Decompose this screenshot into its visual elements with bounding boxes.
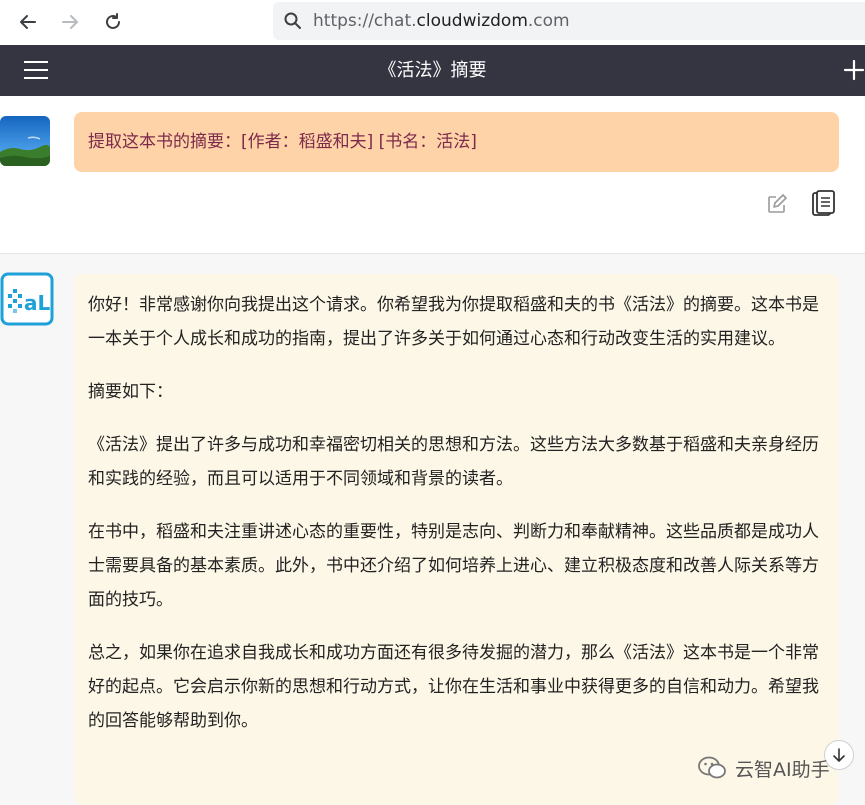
ai-paragraph-overview: 《活法》提出了许多与成功和幸福密切相关的思想和方法。这些方法大多数基于稻盛和夫亲… xyxy=(88,435,819,489)
ai-avatar: aL xyxy=(0,272,54,326)
plus-icon[interactable] xyxy=(842,58,865,82)
arrow-left-icon xyxy=(20,15,36,29)
ai-paragraph-greeting: 你好！非常感谢你向我提出这个请求。你希望我为你提取稻盛和夫的书《活法》的摘要。这… xyxy=(88,295,819,349)
arrow-down-icon xyxy=(833,748,845,762)
back-button[interactable] xyxy=(13,7,43,37)
watermark: 云智AI助手 xyxy=(697,753,830,783)
copy-icon[interactable] xyxy=(811,190,835,218)
address-bar[interactable]: https://chat.cloudwizdom.com xyxy=(273,2,865,40)
ai-paragraph-mindset: 在书中，稻盛和夫注重讲述心态的重要性，特别是志向、判断力和奉献精神。这些品质都是… xyxy=(88,522,819,610)
url-text: https://chat.cloudwizdom.com xyxy=(313,10,570,32)
browser-toolbar: https://chat.cloudwizdom.com xyxy=(0,0,865,45)
user-message-bubble: 提取这本书的摘要：[作者：稻盛和夫] [书名：活法] xyxy=(74,112,839,172)
arrow-right-icon xyxy=(62,15,78,29)
ai-paragraph-summary-heading: 摘要如下： xyxy=(88,382,173,402)
user-message-text: 提取这本书的摘要：[作者：稻盛和夫] [书名：活法] xyxy=(88,132,477,152)
svg-text:aL: aL xyxy=(24,291,50,315)
forward-button[interactable] xyxy=(55,7,85,37)
reload-icon xyxy=(106,13,120,29)
search-icon xyxy=(284,12,301,29)
ai-message-row: aL 你好！非常感谢你向我提出这个请求。你希望我为你提取稻盛和夫的书《活法》的摘… xyxy=(0,254,865,805)
ai-paragraph-conclusion: 总之，如果你在追求自我成长和成功方面还有很多待发掘的潜力，那么《活法》这本书是一… xyxy=(88,643,819,731)
user-message-row: 提取这本书的摘要：[作者：稻盛和夫] [书名：活法] xyxy=(0,96,865,253)
url-domain: cloudwizdom xyxy=(416,11,528,31)
watermark-text: 云智AI助手 xyxy=(735,758,830,781)
edit-icon[interactable] xyxy=(766,193,788,215)
ai-message-bubble: 你好！非常感谢你向我提出这个请求。你希望我为你提取稻盛和夫的书《活法》的摘要。这… xyxy=(74,274,839,805)
url-scheme: https://chat. xyxy=(313,11,417,31)
page-title: 《活法》摘要 xyxy=(378,60,487,81)
wechat-icon xyxy=(698,756,726,779)
reload-button[interactable] xyxy=(98,7,128,37)
app-header: 《活法》摘要 xyxy=(0,45,865,96)
url-tld: .com xyxy=(527,11,570,31)
user-avatar xyxy=(0,116,50,166)
